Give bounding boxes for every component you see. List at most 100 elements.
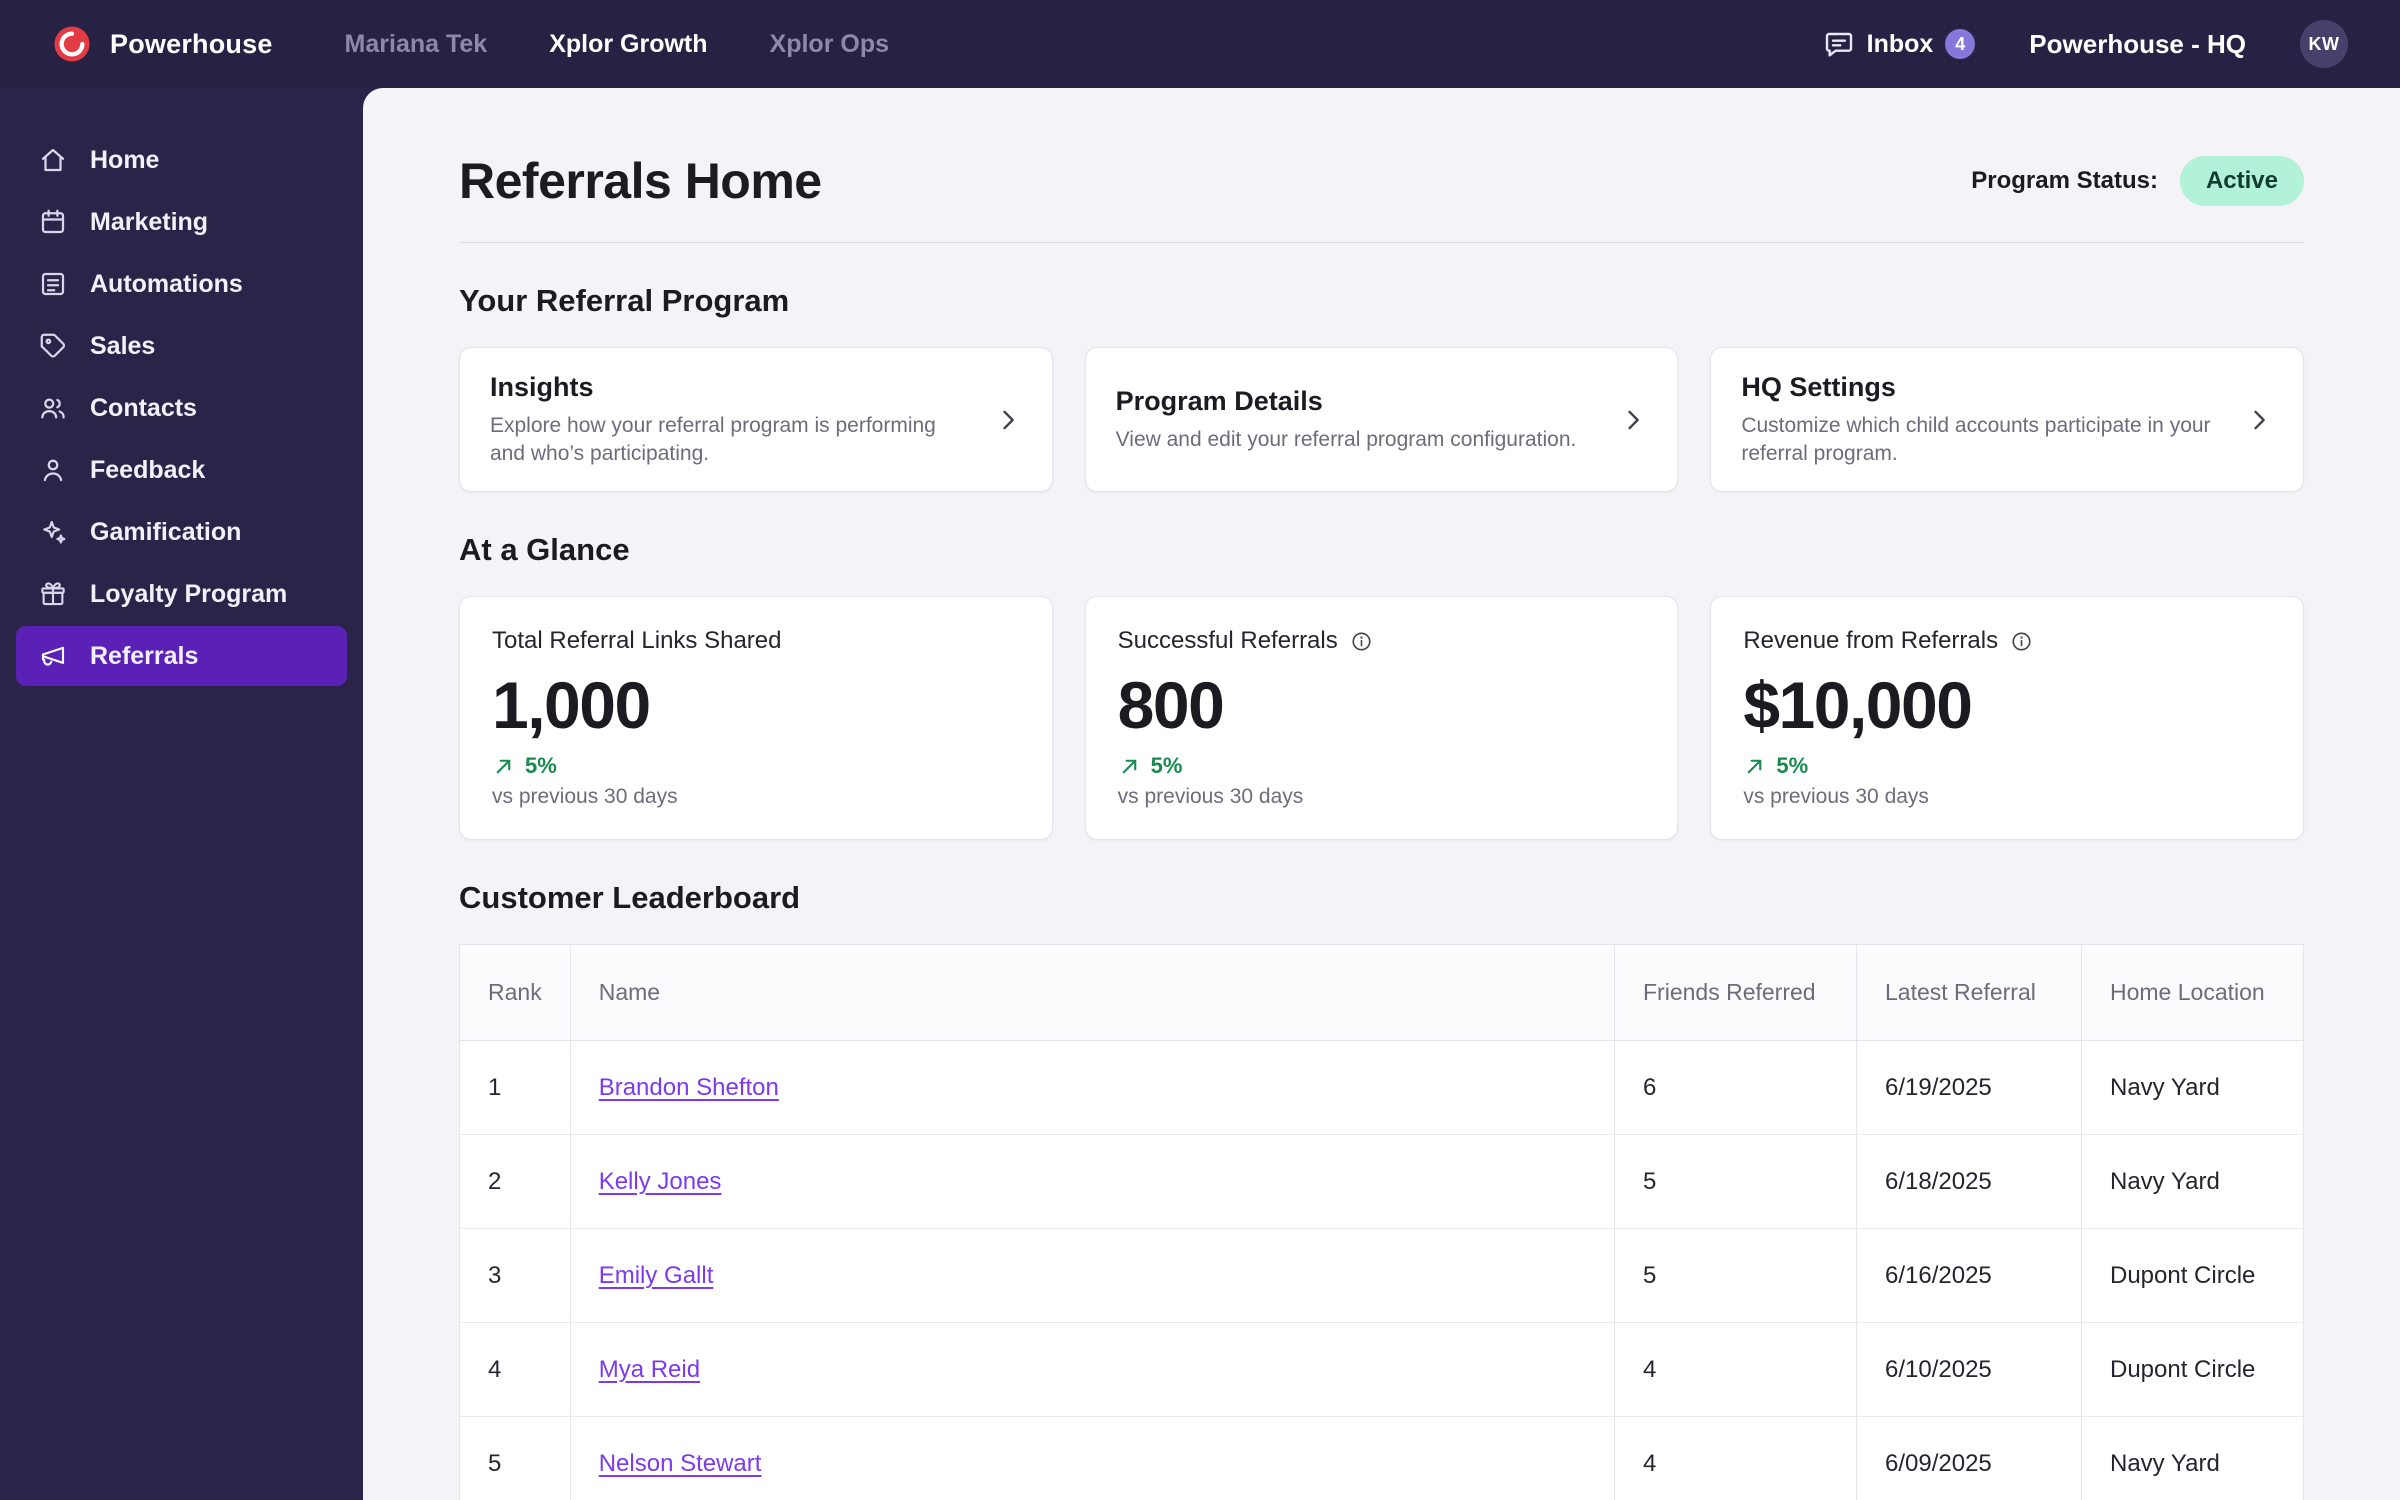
sidebar-item-sales[interactable]: Sales [16,316,347,376]
top-nav: Mariana Tek Xplor Growth Xplor Ops [345,30,889,59]
column-header-friends-referred: Friends Referred [1614,944,1857,1042]
automations-icon [41,272,65,296]
stat-delta: 5% [1150,753,1183,779]
card-description: Explore how your referral program is per… [490,414,936,465]
stat-value: 1,000 [492,668,651,743]
customer-link[interactable]: Emily Gallt [599,1262,714,1289]
latest-cell: 6/10/2025 [1856,1322,2082,1418]
card-description: Customize which child accounts participa… [1741,414,2211,465]
customer-link[interactable]: Mya Reid [599,1356,700,1383]
sidebar-item-home[interactable]: Home [16,130,347,190]
sidebar-item-contacts[interactable]: Contacts [16,378,347,438]
info-icon[interactable] [2010,630,2033,653]
hq-settings-card[interactable]: HQ Settings Customize which child accoun… [1710,347,2304,493]
table-row: 3 Emily Gallt 5 6/16/2025 Dupont Circle [459,1228,2304,1324]
name-cell: Emily Gallt [569,1228,1615,1324]
insights-card[interactable]: Insights Explore how your referral progr… [459,347,1053,493]
friends-cell: 4 [1614,1416,1857,1500]
stat-card-successful-referrals: Successful Referrals 800 5% vs previous … [1084,596,1679,841]
stat-label: Total Referral Links Shared [492,627,782,655]
rank-cell: 4 [459,1322,571,1418]
stat-card-links-shared: Total Referral Links Shared 1,000 5% vs … [459,596,1053,841]
sidebar-item-label: Automations [90,269,243,298]
account-switcher[interactable]: Powerhouse - HQ [2029,29,2246,60]
stat-value: 800 [1117,668,1225,743]
program-status-badge: Active [2179,156,2304,206]
name-cell: Mya Reid [569,1322,1615,1418]
latest-cell: 6/18/2025 [1856,1134,2082,1230]
sidebar-item-feedback[interactable]: Feedback [16,440,347,500]
top-bar: Powerhouse Mariana Tek Xplor Growth Xplo… [0,0,2400,88]
sidebar-item-label: Sales [90,331,156,360]
section-heading-at-a-glance: At a Glance [459,532,630,568]
rank-cell: 3 [459,1228,571,1324]
sidebar-item-label: Marketing [90,207,209,236]
sidebar-item-referrals[interactable]: Referrals [16,626,347,686]
users-icon [41,398,65,419]
program-details-card[interactable]: Program Details View and edit your refer… [1084,347,1679,493]
location-cell: Navy Yard [2081,1416,2304,1500]
info-icon[interactable] [1350,630,1373,653]
inbox-count-badge: 4 [1945,29,1976,59]
sidebar-item-loyalty-program[interactable]: Loyalty Program [16,564,347,624]
sidebar-item-label: Contacts [90,393,197,422]
program-status-label: Program Status: [1971,167,2158,194]
customer-link[interactable]: Nelson Stewart [599,1450,762,1477]
sidebar-item-label: Feedback [90,455,206,484]
stat-delta-note: vs previous 30 days [1743,785,1929,809]
column-header-rank: Rank [459,944,571,1042]
card-title: Insights [490,372,594,402]
section-heading-leaderboard: Customer Leaderboard [459,880,801,916]
top-nav-xplor-ops[interactable]: Xplor Ops [770,30,889,59]
tag-icon [40,333,66,358]
leaderboard-table: Rank Name Friends Referred Latest Referr… [459,944,2304,1500]
program-card-grid: Insights Explore how your referral progr… [459,347,2304,493]
customer-link[interactable]: Kelly Jones [599,1168,722,1195]
inbox-button[interactable]: Inbox 4 [1823,28,1976,60]
stats-grid: Total Referral Links Shared 1,000 5% vs … [459,596,2304,841]
name-cell: Nelson Stewart [569,1416,1615,1500]
customer-link[interactable]: Brandon Shefton [599,1074,779,1101]
stat-label: Revenue from Referrals [1743,627,1999,655]
friends-cell: 6 [1614,1040,1857,1136]
sidebar-item-label: Home [90,145,160,174]
sidebar-item-marketing[interactable]: Marketing [16,192,347,252]
megaphone-icon [41,646,65,666]
arrow-up-right-icon [1122,759,1136,774]
card-title: Program Details [1115,385,1323,416]
friends-cell: 5 [1614,1228,1857,1324]
location-cell: Dupont Circle [2081,1322,2304,1418]
latest-cell: 6/16/2025 [1856,1228,2082,1324]
location-cell: Navy Yard [2081,1040,2304,1136]
card-title: HQ Settings [1741,372,1896,402]
inbox-label: Inbox [1866,29,1934,58]
person-icon [43,459,63,482]
top-nav-mariana-tek[interactable]: Mariana Tek [345,30,488,59]
sidebar: Home Marketing Automations Sales Contact… [0,88,363,1500]
stat-value: $10,000 [1743,668,1973,743]
table-row: 5 Nelson Stewart 4 6/09/2025 Navy Yard [459,1416,2304,1500]
section-heading-referral-program: Your Referral Program [459,283,790,318]
stat-delta: 5% [1776,753,1809,779]
gift-icon [41,582,65,606]
table-header-row: Rank Name Friends Referred Latest Referr… [459,944,2304,1042]
chat-bubble-icon [1825,32,1852,57]
friends-cell: 5 [1614,1134,1857,1230]
brand-name: Powerhouse [110,28,273,59]
sidebar-item-automations[interactable]: Automations [16,254,347,314]
name-cell: Kelly Jones [569,1134,1615,1230]
sparkles-icon [43,520,66,544]
avatar[interactable]: KW [2300,20,2348,68]
brand[interactable]: Powerhouse [52,24,273,64]
sidebar-item-gamification[interactable]: Gamification [16,502,347,562]
rank-cell: 2 [459,1134,571,1230]
latest-cell: 6/09/2025 [1856,1416,2082,1500]
table-row: 4 Mya Reid 4 6/10/2025 Dupont Circle [459,1322,2304,1418]
sidebar-item-label: Referrals [90,641,199,670]
chevron-right-icon [2254,410,2265,430]
latest-cell: 6/19/2025 [1856,1040,2082,1136]
arrow-up-right-icon [496,759,511,774]
sidebar-item-label: Loyalty Program [90,579,288,608]
stat-label: Successful Referrals [1117,627,1338,655]
top-nav-xplor-growth[interactable]: Xplor Growth [549,30,707,59]
